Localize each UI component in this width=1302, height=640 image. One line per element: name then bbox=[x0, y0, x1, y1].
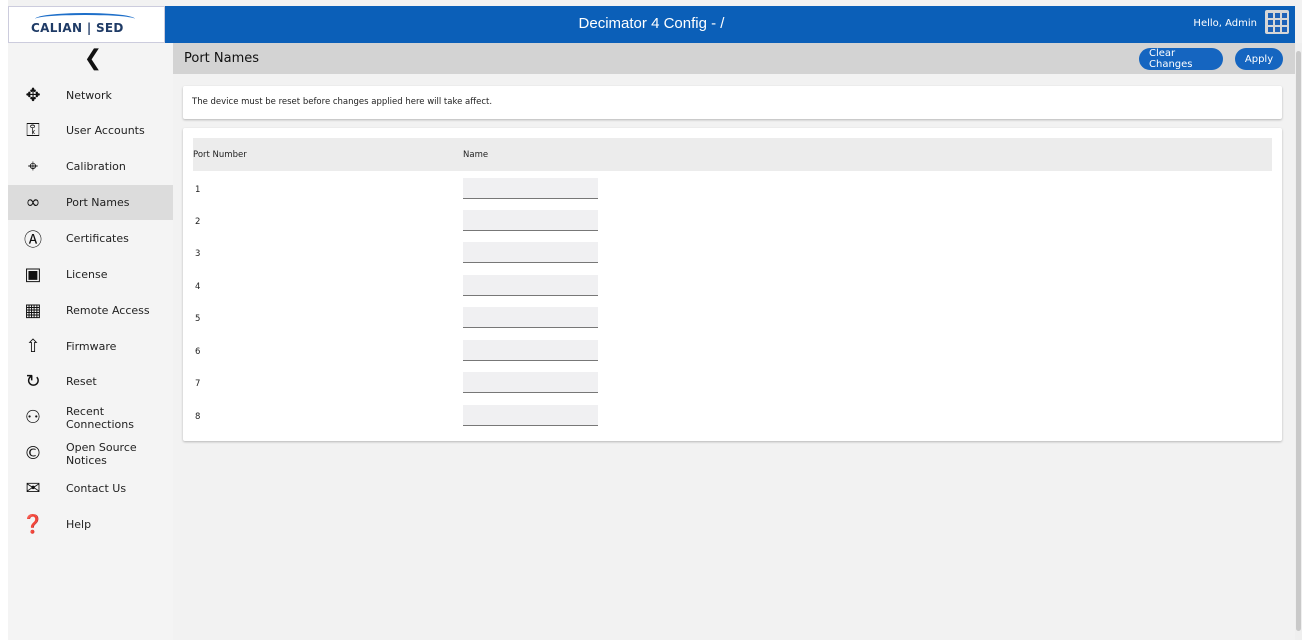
sidebar-item-label: Recent Connections bbox=[66, 404, 134, 431]
cable-icon: ∞ bbox=[25, 192, 41, 213]
sidebar-item-user-accounts[interactable]: ⚿ User Accounts bbox=[8, 113, 173, 148]
sidebar-item-label: Firmware bbox=[66, 340, 117, 353]
port-number-cell: 6 bbox=[195, 347, 201, 357]
crosshair-icon: ⌖ bbox=[27, 156, 39, 177]
port-name-input-3[interactable] bbox=[463, 242, 598, 263]
scrollbar-thumb[interactable] bbox=[1296, 51, 1301, 631]
user-greeting[interactable]: Hello, Admin bbox=[1193, 18, 1257, 29]
certificate-lock-icon: Ⓐ bbox=[24, 229, 42, 251]
app-title: Decimator 4 Config - / bbox=[578, 15, 725, 32]
sidebar-item-calibration[interactable]: ⌖ Calibration bbox=[8, 149, 173, 184]
port-name-input-5[interactable] bbox=[463, 307, 598, 328]
column-header-port-number: Port Number bbox=[193, 150, 247, 160]
copyright-icon: © bbox=[24, 443, 42, 464]
sidebar-item-recent-connections[interactable]: ⚇ Recent Connections bbox=[8, 400, 173, 435]
sidebar-item-network[interactable]: ✥ Network bbox=[8, 78, 173, 113]
sidebar-item-help[interactable]: ❓ Help bbox=[8, 507, 173, 542]
key-icon: ⚿ bbox=[26, 120, 40, 141]
port-number-cell: 5 bbox=[195, 314, 201, 324]
users-icon: ⚇ bbox=[24, 407, 42, 428]
sidebar-item-label: User Accounts bbox=[66, 124, 145, 137]
sidebar-item-contact-us[interactable]: ✉ Contact Us bbox=[8, 471, 173, 506]
port-number-cell: 2 bbox=[195, 217, 201, 227]
chevron-left-icon[interactable]: ❮ bbox=[78, 45, 108, 73]
sidebar-item-label: Remote Access bbox=[66, 304, 150, 317]
page-title: Port Names bbox=[184, 51, 260, 66]
sidebar-item-label: Certificates bbox=[66, 232, 129, 245]
reset-icon: ↻ bbox=[25, 371, 41, 392]
sidebar-item-label: Network bbox=[66, 89, 112, 102]
port-number-cell: 7 bbox=[195, 379, 201, 389]
sidebar-item-remote-access[interactable]: ▦ Remote Access bbox=[8, 293, 173, 328]
port-name-input-8[interactable] bbox=[463, 405, 598, 426]
sidebar-item-firmware[interactable]: ⇧ Firmware bbox=[8, 329, 173, 364]
port-name-input-4[interactable] bbox=[463, 275, 598, 296]
column-header-name: Name bbox=[463, 150, 489, 160]
sidebar-item-label: Contact Us bbox=[66, 482, 127, 495]
sidebar-item-license[interactable]: ▣ License bbox=[8, 257, 173, 292]
port-name-input-1[interactable] bbox=[463, 178, 598, 199]
port-name-input-6[interactable] bbox=[463, 340, 598, 361]
clear-changes-button[interactable]: Clear Changes bbox=[1139, 48, 1223, 70]
sidebar-item-label: Reset bbox=[66, 375, 97, 388]
reset-notice: The device must be reset before changes … bbox=[192, 97, 493, 107]
table-header: Port Number Name bbox=[193, 138, 1272, 171]
port-number-cell: 8 bbox=[195, 412, 201, 422]
sidebar-item-certificates[interactable]: Ⓐ Certificates bbox=[8, 221, 173, 256]
notice-card: The device must be reset before changes … bbox=[183, 86, 1282, 119]
contact-icon: ✉ bbox=[25, 478, 41, 499]
sidebar-item-label: Calibration bbox=[66, 160, 126, 173]
sidebar-item-label: Port Names bbox=[66, 196, 130, 209]
vertical-scrollbar[interactable] bbox=[1295, 43, 1302, 640]
sidebar-item-port-names[interactable]: ∞ Port Names bbox=[8, 185, 173, 220]
remote-monitor-icon: ▦ bbox=[24, 300, 42, 321]
port-name-input-2[interactable] bbox=[463, 210, 598, 231]
upload-icon: ⇧ bbox=[25, 336, 41, 357]
help-icon: ❓ bbox=[21, 514, 45, 535]
sidebar: ❮ ✥ Network ⚿ User Accounts ⌖ Calibration ∞… bbox=[8, 43, 173, 640]
window-edge bbox=[0, 0, 8, 640]
port-names-table: Port Number Name 1 2 3 4 5 6 7 8 bbox=[183, 128, 1282, 441]
sidebar-item-label: License bbox=[66, 268, 108, 281]
port-number-cell: 3 bbox=[195, 249, 201, 259]
page-header: Port Names Clear Changes Apply bbox=[173, 43, 1295, 74]
grid-icon[interactable] bbox=[1265, 10, 1289, 34]
port-name-input-7[interactable] bbox=[463, 372, 598, 393]
sidebar-item-label: Open Source Notices bbox=[66, 440, 137, 467]
sidebar-item-reset[interactable]: ↻ Reset bbox=[8, 364, 173, 399]
sidebar-item-label: Help bbox=[66, 518, 92, 531]
sidebar-item-open-source-notices[interactable]: © Open Source Notices bbox=[8, 436, 173, 471]
apply-button[interactable]: Apply bbox=[1235, 48, 1283, 70]
license-icon: ▣ bbox=[24, 264, 42, 285]
network-icon: ✥ bbox=[25, 85, 41, 106]
port-number-cell: 4 bbox=[195, 282, 201, 292]
top-app-bar: CALIAN | SED Decimator 4 Config - / Hell… bbox=[8, 6, 1295, 43]
port-number-cell: 1 bbox=[195, 185, 201, 195]
